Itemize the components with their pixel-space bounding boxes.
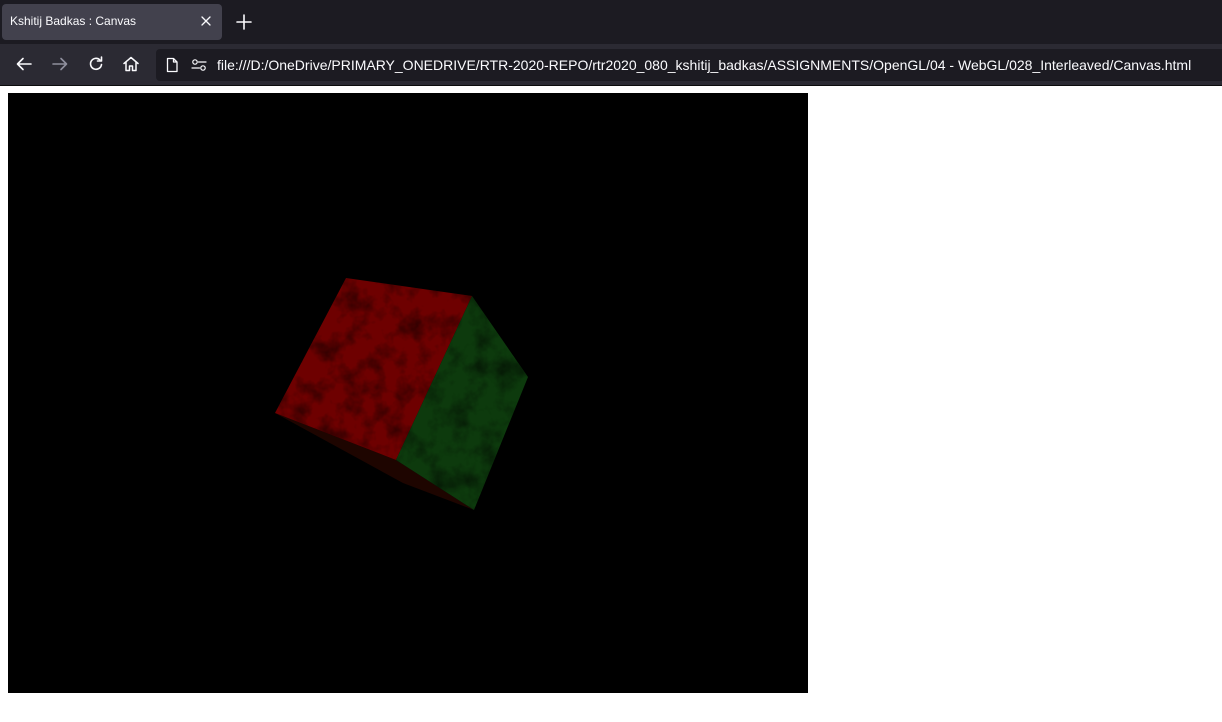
navigation-bar: file:///D:/OneDrive/PRIMARY_ONEDRIVE/RTR… <box>0 44 1222 86</box>
page-content <box>0 86 1222 722</box>
tab-bar: Kshitij Badkas : Canvas <box>0 0 1222 44</box>
forward-arrow-icon[interactable] <box>50 54 70 74</box>
webgl-canvas[interactable] <box>8 93 808 693</box>
close-icon[interactable] <box>198 13 214 29</box>
back-arrow-icon[interactable] <box>14 54 34 74</box>
document-icon[interactable] <box>164 57 180 73</box>
cube-render <box>275 278 528 510</box>
reload-icon[interactable] <box>86 54 106 74</box>
url-text[interactable]: file:///D:/OneDrive/PRIMARY_ONEDRIVE/RTR… <box>217 57 1191 73</box>
permissions-icon[interactable] <box>191 57 207 73</box>
active-tab[interactable]: Kshitij Badkas : Canvas <box>2 4 222 40</box>
url-bar[interactable]: file:///D:/OneDrive/PRIMARY_ONEDRIVE/RTR… <box>156 49 1222 81</box>
plus-icon[interactable] <box>234 12 254 32</box>
home-icon[interactable] <box>121 54 141 74</box>
tab-title: Kshitij Badkas : Canvas <box>10 14 137 28</box>
